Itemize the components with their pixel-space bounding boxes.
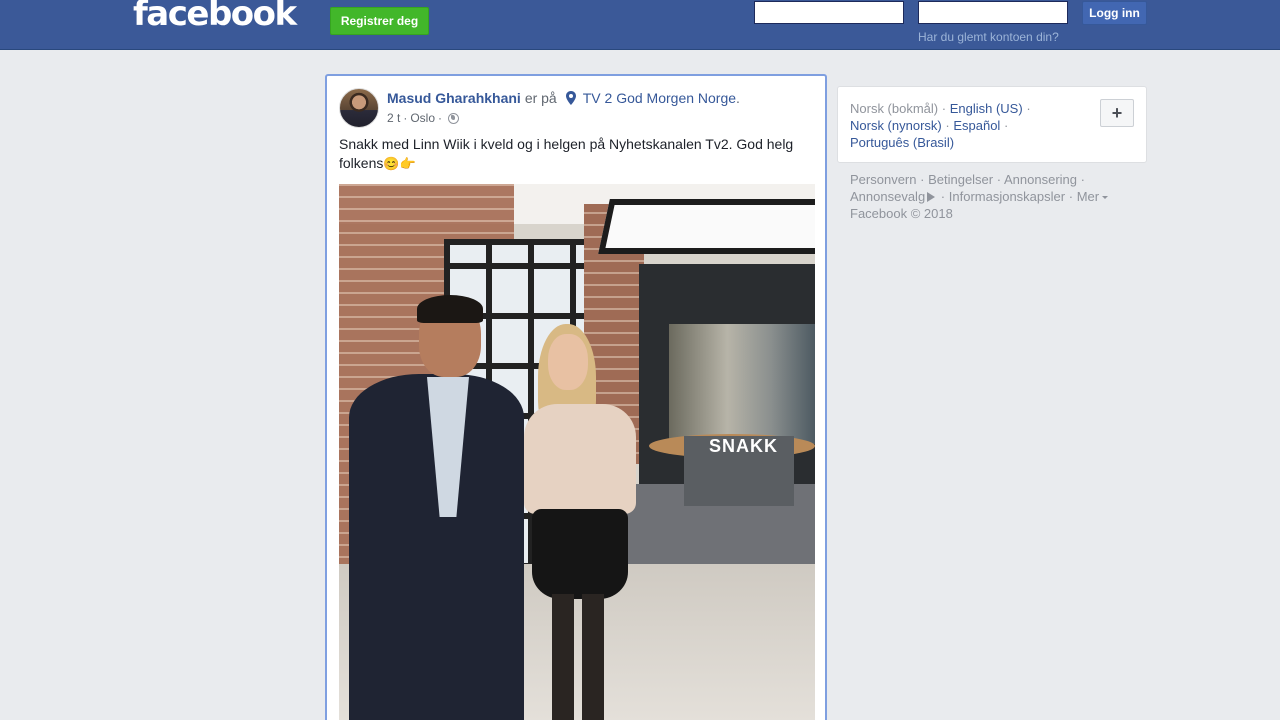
smile-emoji-icon: 😊 bbox=[383, 156, 400, 171]
language-list: Norsk (bokmål) · English (US) · Norsk (n… bbox=[850, 100, 1050, 151]
separator: · bbox=[996, 172, 1002, 187]
password-field[interactable] bbox=[918, 1, 1068, 24]
timestamp-link[interactable]: 2 t bbox=[387, 111, 400, 125]
separator: · bbox=[920, 172, 925, 187]
register-button[interactable]: Registrer deg bbox=[330, 7, 429, 35]
place-suffix: . bbox=[736, 90, 740, 106]
separator: · bbox=[941, 101, 947, 116]
location-link[interactable]: Oslo bbox=[410, 111, 435, 125]
language-current: Norsk (bokmål) bbox=[850, 101, 939, 116]
footer-link-adchoices[interactable]: Annonsevalg bbox=[850, 189, 925, 204]
language-link-espanol[interactable]: Español bbox=[953, 118, 1000, 133]
post-photo[interactable]: SNAKK bbox=[339, 184, 815, 720]
footer-link-advertising[interactable]: Annonsering bbox=[1004, 172, 1077, 187]
language-link-english[interactable]: English (US) bbox=[950, 101, 1023, 116]
language-link-portugues[interactable]: Português (Brasil) bbox=[850, 135, 954, 150]
photo-studio-screen bbox=[669, 324, 815, 444]
separator: · bbox=[1003, 118, 1009, 133]
footer-link-more[interactable]: Mer bbox=[1077, 189, 1099, 204]
top-bar: facebook Registrer deg Logg inn Har du g… bbox=[0, 0, 1280, 50]
separator: · bbox=[940, 189, 946, 204]
page-footer: Personvern · Betingelser · Annonsering ·… bbox=[850, 171, 1140, 222]
post-meta: 2 t · Oslo · bbox=[387, 111, 460, 125]
photo-light-panel bbox=[598, 199, 815, 254]
photo-person-woman bbox=[524, 324, 639, 720]
author-avatar[interactable] bbox=[339, 88, 379, 128]
photo-person-man bbox=[349, 295, 524, 720]
separator: · bbox=[1068, 189, 1074, 204]
language-link-nynorsk[interactable]: Norsk (nynorsk) bbox=[850, 118, 942, 133]
place-link[interactable]: TV 2 God Morgen Norge bbox=[583, 90, 736, 106]
email-field[interactable] bbox=[754, 1, 904, 24]
author-name-link[interactable]: Masud Gharahkhani bbox=[387, 90, 521, 106]
login-button[interactable]: Logg inn bbox=[1082, 1, 1147, 25]
footer-link-privacy[interactable]: Personvern bbox=[850, 172, 916, 187]
meta-separator: · bbox=[438, 111, 443, 125]
location-pin-icon bbox=[565, 91, 576, 105]
copyright: Facebook © 2018 bbox=[850, 206, 953, 221]
post-card: Masud Gharahkhani er på TV 2 God Morgen … bbox=[325, 74, 827, 720]
post-text: Snakk med Linn Wiik i kveld og i helgen … bbox=[339, 135, 809, 173]
separator: · bbox=[1080, 172, 1085, 187]
separator: · bbox=[1026, 101, 1031, 116]
language-selector: Norsk (bokmål) · English (US) · Norsk (n… bbox=[837, 86, 1147, 163]
forgot-account-link[interactable]: Har du glemt kontoen din? bbox=[918, 30, 1059, 44]
pointing-hand-emoji-icon: 👉 bbox=[399, 156, 416, 171]
globe-icon[interactable] bbox=[448, 112, 460, 124]
is-at-text: er på bbox=[524, 90, 557, 106]
separator: · bbox=[945, 118, 950, 133]
facebook-logo[interactable]: facebook bbox=[133, 0, 297, 34]
footer-link-cookies[interactable]: Informasjonskapsler bbox=[949, 189, 1065, 204]
post-header: Masud Gharahkhani er på TV 2 God Morgen … bbox=[387, 90, 740, 106]
adchoices-icon bbox=[927, 192, 936, 202]
photo-snakk-sign: SNAKK bbox=[709, 436, 779, 456]
meta-separator: · bbox=[403, 111, 408, 125]
footer-link-terms[interactable]: Betingelser bbox=[928, 172, 993, 187]
caret-down-icon bbox=[1102, 196, 1109, 199]
more-languages-button[interactable]: + bbox=[1100, 99, 1134, 127]
